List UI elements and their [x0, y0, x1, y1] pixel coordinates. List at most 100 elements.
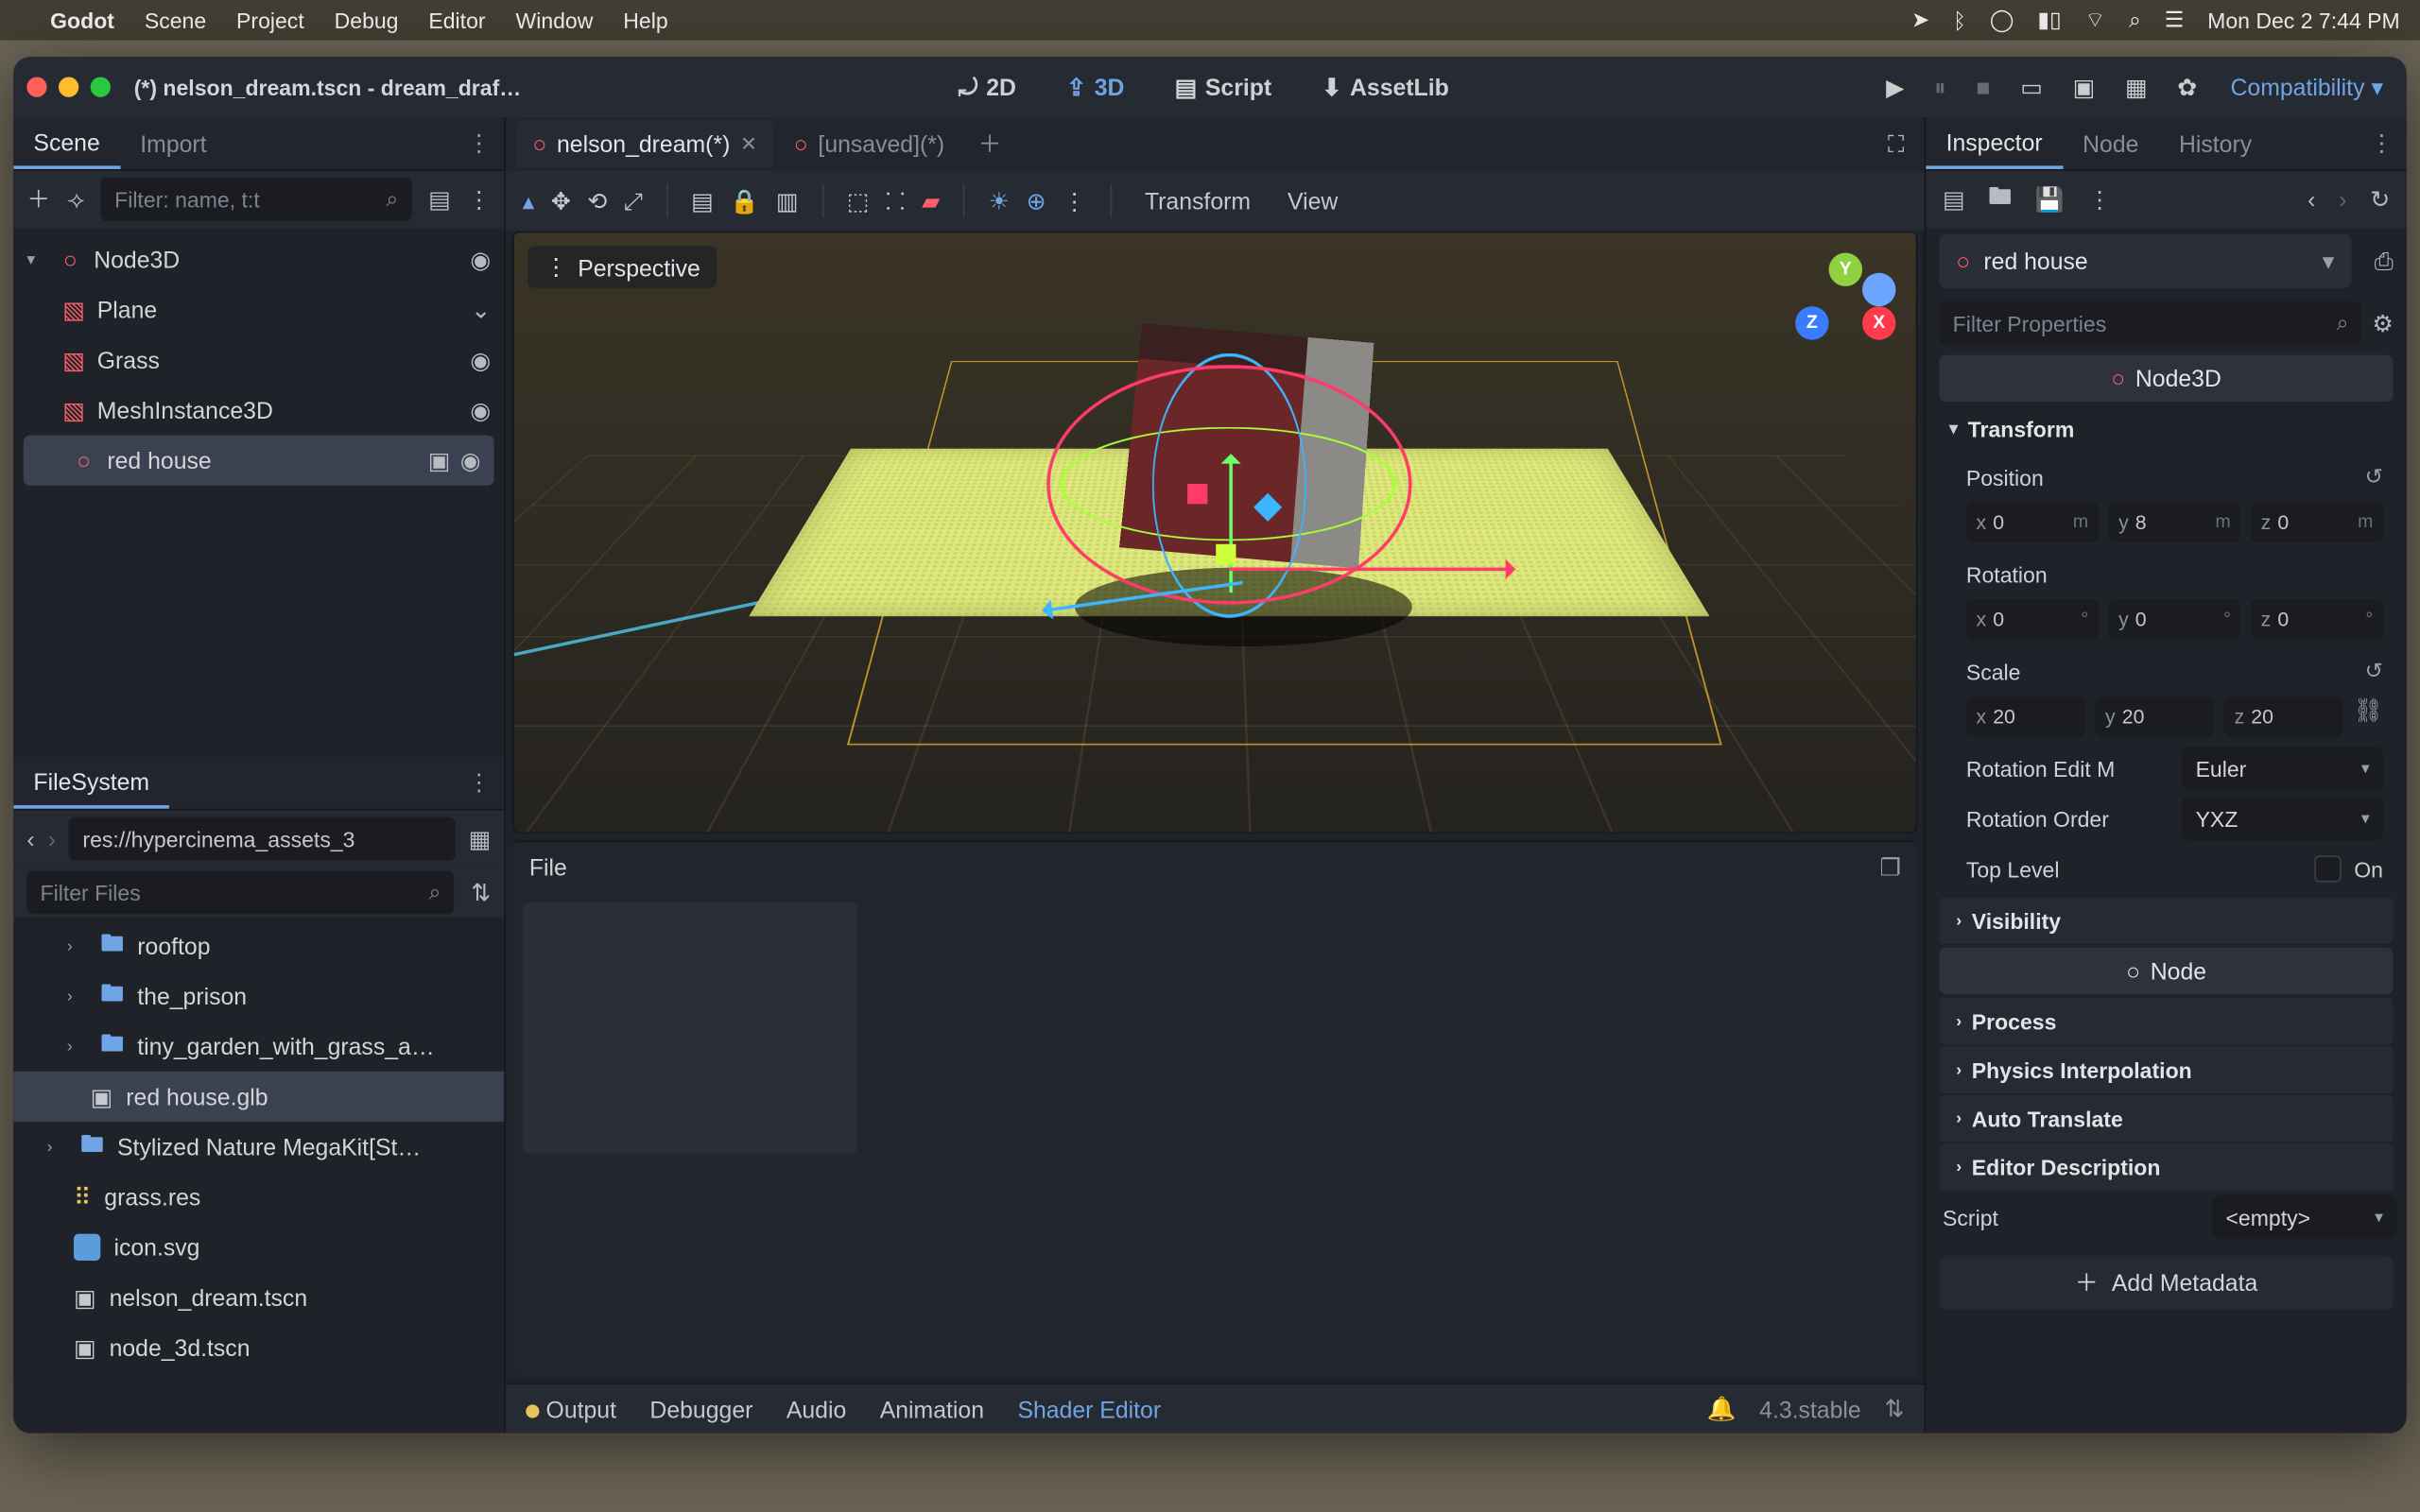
list-tool[interactable]: ▤ [691, 187, 713, 215]
visibility-icon[interactable]: ⌄ [471, 296, 491, 324]
battery-icon[interactable]: ▮▯ [2037, 7, 2061, 33]
menu-debug[interactable]: Debug [335, 8, 399, 33]
scene-extra-icon[interactable]: ▤ [428, 185, 450, 214]
menu-project[interactable]: Project [236, 8, 304, 33]
restore-icon[interactable]: ❐ [1880, 853, 1901, 882]
add-metadata-button[interactable]: ＋Add Metadata [1940, 1256, 2394, 1310]
more-tool-icon[interactable]: ⋮ [1063, 187, 1086, 215]
fs-folder[interactable]: ›🖿Stylized Nature MegaKit[St… [13, 1122, 504, 1172]
shader-editor-tab[interactable]: Shader Editor [1017, 1396, 1161, 1422]
layout-icon[interactable]: ⇅ [1885, 1395, 1905, 1423]
section-node[interactable]: ○Node [1940, 948, 2394, 995]
maximize-button[interactable] [91, 77, 111, 96]
pause-button[interactable]: ⏸ [1934, 73, 1945, 101]
animation-tab[interactable]: Animation [880, 1396, 984, 1422]
select-tool[interactable]: ▴ [523, 187, 534, 215]
doc-icon[interactable]: ⎙ [2375, 247, 2407, 275]
visibility-icon[interactable]: ◉ [460, 446, 481, 474]
fs-folder[interactable]: ›🖿tiny_garden_with_grass_a… [13, 1022, 504, 1072]
file-thumbnail[interactable] [523, 902, 857, 1154]
remote-play-icon[interactable]: ▭ [2020, 73, 2042, 101]
workspace-assetlib[interactable]: ⬇AssetLib [1305, 73, 1466, 101]
menu-help[interactable]: Help [623, 8, 667, 33]
link-icon[interactable]: ⛓ [2354, 696, 2384, 737]
play-button[interactable]: ▶ [1886, 73, 1904, 101]
close-tab-icon[interactable]: ✕ [740, 132, 757, 156]
visibility-icon[interactable]: ◉ [470, 396, 491, 424]
fs-filter-input[interactable]: Filter Files⌕ [26, 870, 454, 914]
reset-icon[interactable]: ↺ [2365, 464, 2383, 490]
add-node-button[interactable]: ＋ [26, 182, 50, 215]
expand-viewport-icon[interactable]: ⛶ [1888, 129, 1914, 158]
load-resource-icon[interactable]: 🖿 [1988, 180, 2012, 220]
bluetooth-icon[interactable]: ᛒ [1953, 8, 1966, 33]
fs-forward-button[interactable]: › [48, 825, 56, 851]
group-tool[interactable]: ▥ [776, 187, 798, 215]
rotation-z-input[interactable]: z0° [2251, 599, 2383, 640]
fs-back-button[interactable]: ‹ [26, 825, 34, 851]
tab-node[interactable]: Node [2063, 117, 2159, 169]
fold-process[interactable]: ›Process [1940, 998, 2394, 1045]
tab-inspector[interactable]: Inspector [1926, 117, 2063, 169]
tree-root[interactable]: ▾○ Node3D ◉ [13, 234, 504, 284]
fs-folder[interactable]: ›🖿rooftop [13, 920, 504, 971]
inspector-menu-icon[interactable]: ⋮ [2370, 129, 2407, 157]
fs-file[interactable]: ⠿grass.res [13, 1172, 504, 1222]
renderer-dropdown[interactable]: Compatibility▾ [2230, 73, 2383, 101]
scene-tab-1[interactable]: ○nelson_dream(*)✕ [516, 121, 774, 168]
close-button[interactable] [26, 77, 46, 96]
fs-path-input[interactable] [69, 817, 455, 861]
notification-icon[interactable]: 🔔 [1706, 1395, 1736, 1423]
fs-file-selected[interactable]: ▣red house.glb [13, 1072, 504, 1122]
sun-tool[interactable]: ☀ [989, 187, 1010, 215]
section-node3d[interactable]: ○Node3D [1940, 355, 2394, 403]
scene-tab-2[interactable]: ○[unsaved](*) [777, 121, 961, 168]
position-z-input[interactable]: z0m [2251, 502, 2383, 542]
visibility-icon[interactable]: ◉ [470, 246, 491, 274]
clock[interactable]: Mon Dec 2 7:44 PM [2207, 8, 2400, 33]
movie-icon[interactable]: ✿ [2177, 73, 2197, 101]
reset-icon[interactable]: ↺ [2365, 658, 2383, 684]
fs-file[interactable]: ▣nelson_dream.tscn [13, 1272, 504, 1322]
inspector-object[interactable]: ○red house▾ [1940, 234, 2351, 288]
nav-gizmo[interactable]: YXZ [1795, 253, 1895, 353]
workspace-3d[interactable]: ⇪3D [1049, 73, 1141, 101]
view-menu[interactable]: View [1277, 187, 1348, 214]
top-level-checkbox[interactable] [2314, 855, 2341, 882]
tree-item-redhouse[interactable]: ○red house ▣◉ [24, 436, 494, 486]
script-dropdown[interactable]: <empty>▾ [2212, 1195, 2396, 1239]
snap-tool[interactable]: ⬚ [847, 187, 869, 215]
history-fwd-icon[interactable]: › [2339, 186, 2346, 213]
position-y-input[interactable]: y8m [2108, 502, 2240, 542]
tab-scene[interactable]: Scene [13, 117, 120, 169]
fold-visibility[interactable]: ›Visibility [1940, 898, 2394, 945]
menu-window[interactable]: Window [515, 8, 593, 33]
fold-auto-translate[interactable]: ›Auto Translate [1940, 1095, 2394, 1143]
fold-editor-desc[interactable]: ›Editor Description [1940, 1143, 2394, 1191]
add-tab-button[interactable]: ＋ [964, 128, 1014, 161]
tree-item-plane[interactable]: ▧Plane ⌄ [13, 284, 504, 335]
scale-z-input[interactable]: z20 [2224, 696, 2343, 737]
env-tool[interactable]: ⊕ [1027, 187, 1046, 215]
audio-tab[interactable]: Audio [786, 1396, 846, 1422]
debugger-tab[interactable]: Debugger [649, 1396, 752, 1422]
minimize-button[interactable] [59, 77, 78, 96]
history-back-icon[interactable]: ‹ [2308, 186, 2315, 213]
position-x-input[interactable]: x0m [1966, 502, 2099, 542]
grid-tool[interactable]: ⸬ [886, 185, 906, 217]
location-icon[interactable]: ➤ [1911, 7, 1929, 33]
menu-app[interactable]: Godot [50, 8, 114, 33]
scene-more-icon[interactable]: ⋮ [467, 185, 491, 214]
menu-editor[interactable]: Editor [428, 8, 485, 33]
workspace-2d[interactable]: ⤾2D [942, 73, 1033, 101]
control-center-icon[interactable]: ☰ [2165, 7, 2185, 33]
tab-filesystem[interactable]: FileSystem [13, 757, 169, 809]
insp-more-icon[interactable]: ⋮ [2088, 185, 2112, 214]
move-tool[interactable]: ✥ [551, 187, 571, 215]
transform-menu[interactable]: Transform [1134, 187, 1260, 214]
3d-viewport[interactable]: ⋮Perspective YXZ [512, 231, 1917, 833]
visibility-icon[interactable]: ◉ [470, 346, 491, 374]
scale-x-input[interactable]: x20 [1966, 696, 2085, 737]
perspective-label[interactable]: ⋮Perspective [527, 246, 717, 287]
scale-y-input[interactable]: y20 [2095, 696, 2214, 737]
